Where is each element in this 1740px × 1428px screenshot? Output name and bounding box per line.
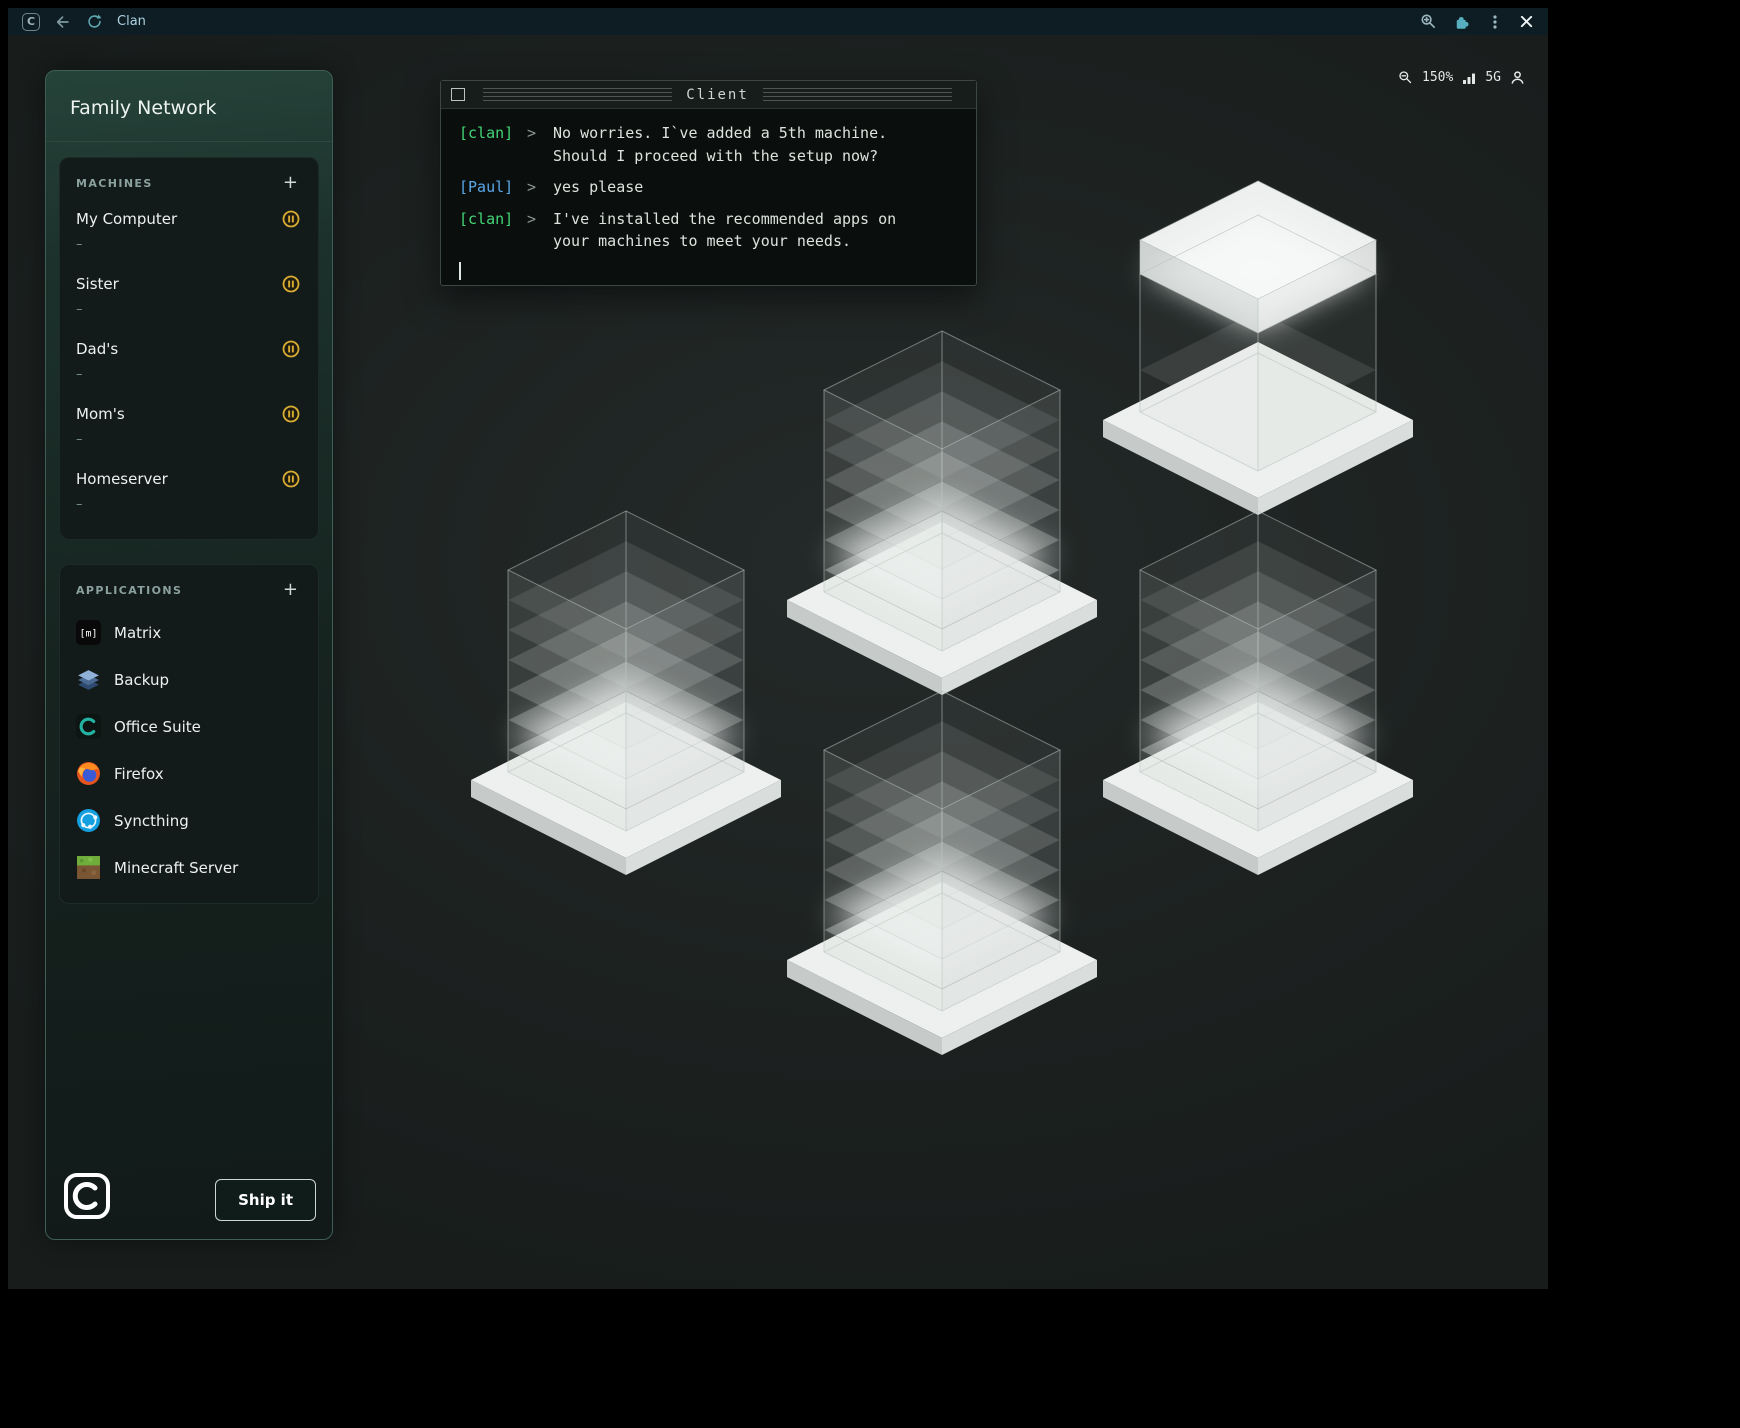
minecraft-icon [76,855,101,880]
machine-node-1[interactable] [782,300,1102,700]
firefox-icon [76,761,101,786]
panel-title: Family Network [46,71,332,142]
add-application-button[interactable]: + [279,581,302,599]
app-row-backup[interactable]: Backup [76,656,302,703]
chat-message: [clan] > I've installed the recommended … [459,208,958,253]
titlebar-lines-right [763,88,952,101]
app-row-minecraft-server[interactable]: Minecraft Server [76,844,302,891]
message-sender: [Paul] [459,176,515,199]
family-network-panel: Family Network MACHINES + My Computer – … [45,70,333,1240]
message-text: No worries. I`ve added a 5th machine. Sh… [553,122,917,167]
app-row-office-suite[interactable]: Office Suite [76,703,302,750]
zoom-level-icon[interactable] [1398,70,1413,85]
sidebar-footer: Ship it [46,1155,332,1239]
terminal-window-icon[interactable] [451,88,465,101]
ship-it-button[interactable]: Ship it [215,1179,316,1221]
page-title: Clan [117,14,146,29]
app-row-matrix[interactable]: [m] Matrix [76,609,302,656]
machine-node-5[interactable] [782,660,1102,1060]
message-prompt: > [527,176,541,199]
chat-message: [clan] > No worries. I`ve added a 5th ma… [459,122,958,167]
svg-text:[m]: [m] [79,629,97,640]
machines-section: MACHINES + My Computer – Sister – Dad's … [59,157,319,540]
machines-header: MACHINES [76,177,153,190]
machine-row-dads[interactable]: Dad's – [76,332,302,397]
machine-row-sister[interactable]: Sister – [76,267,302,332]
message-prompt: > [527,122,541,167]
status-paused-icon[interactable] [282,210,300,228]
message-text: yes please [553,176,917,199]
status-paused-icon[interactable] [282,275,300,293]
client-terminal: Client [clan] > No worries. I`ve added a… [440,80,977,286]
close-icon[interactable] [1519,14,1534,29]
machine-node-3[interactable] [466,480,786,880]
app-row-firefox[interactable]: Firefox [76,750,302,797]
message-text: I've installed the recommended apps on y… [553,208,917,253]
browser-chrome: C Clan [8,8,1548,35]
status-paused-icon[interactable] [282,405,300,423]
office-suite-icon [76,714,101,739]
applications-section: APPLICATIONS + [m] Matrix Backup Office … [59,564,319,904]
titlebar-lines-left [483,88,672,101]
terminal-title: Client [686,87,749,103]
status-cluster: 150% 5G [1398,70,1528,85]
network-label: 5G [1485,70,1501,85]
clan-app-icon: C [22,13,40,31]
applications-header: APPLICATIONS [76,584,182,597]
extensions-icon[interactable] [1453,13,1471,31]
message-sender: [clan] [459,122,515,167]
matrix-icon: [m] [76,620,101,645]
text-cursor [459,262,461,280]
terminal-input[interactable]: [clan] > No worries. I`ve added a 5th ma… [441,109,976,293]
add-machine-button[interactable]: + [279,174,302,192]
app-row-syncthing[interactable]: Syncthing [76,797,302,844]
menu-kebab-icon[interactable] [1487,14,1503,30]
message-sender: [clan] [459,208,515,253]
chat-message: [Paul] > yes please [459,176,958,199]
clan-logo [62,1171,112,1221]
status-paused-icon[interactable] [282,470,300,488]
terminal-titlebar: Client [441,81,976,109]
message-prompt: > [527,208,541,253]
zoom-icon[interactable] [1420,13,1437,30]
machine-row-moms[interactable]: Mom's – [76,397,302,462]
backup-icon [76,667,101,692]
machine-node-4[interactable] [1098,480,1418,880]
zoom-level: 150% [1422,70,1453,85]
status-paused-icon[interactable] [282,340,300,358]
machine-row-my-computer[interactable]: My Computer – [76,202,302,267]
user-icon[interactable] [1510,70,1525,85]
reload-icon[interactable] [86,13,103,30]
signal-bars-icon [1462,71,1476,85]
syncthing-icon [76,808,101,833]
machine-row-homeserver[interactable]: Homeserver – [76,462,302,527]
back-icon[interactable] [54,13,72,31]
machine-node-2[interactable] [1098,120,1418,520]
